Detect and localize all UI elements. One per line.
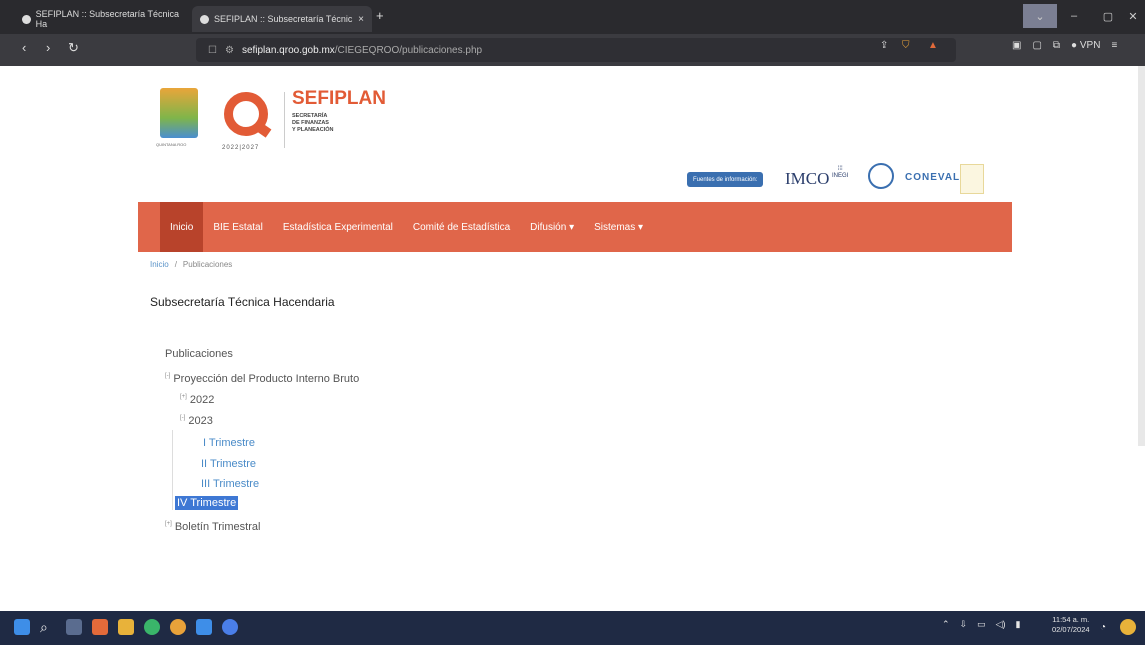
breadcrumb: Inicio / Publicaciones [150, 260, 233, 269]
main-menu: Inicio BIE Estatal Estadística Experimen… [160, 202, 653, 252]
browser-tab-1[interactable]: SEFIPLAN :: Subsecretaría Técnica Ha [14, 6, 194, 32]
app-icon[interactable] [222, 619, 238, 635]
start-icon[interactable] [14, 619, 30, 635]
system-tray: ⌃ ⇩ ▭ ◁) ▮ [942, 619, 1020, 630]
task-view-icon[interactable] [66, 619, 82, 635]
spotify-icon[interactable] [144, 619, 160, 635]
menu-item-bie-estatal[interactable]: BIE Estatal [203, 202, 272, 252]
notification-icon[interactable]: ◔ [1100, 622, 1106, 633]
url-host: sefiplan.qroo.gob.mx [241, 44, 335, 56]
rewards-icon[interactable]: ▲ [928, 40, 938, 51]
wallet-icon[interactable]: ▢ [1032, 40, 1041, 51]
inegi-logo[interactable]: ⁞⁞⁞ INEGI [832, 166, 848, 180]
tree-leaf-trimestre-3[interactable]: III Trimestre [201, 478, 259, 490]
address-bar[interactable]: ☐ ⚙ sefiplan.qroo.gob.mx/CIEGEQROO/publi… [196, 38, 956, 62]
clock[interactable]: 11:54 a. m. 02/07/2024 [1052, 615, 1090, 635]
tree-node-2022[interactable]: [+] 2022 [180, 394, 214, 406]
tree-leaf-trimestre-2[interactable]: II Trimestre [201, 458, 256, 470]
volume-icon[interactable]: ◁) [996, 619, 1006, 630]
state-logo [160, 88, 198, 138]
close-window-button[interactable]: ✕ [1116, 4, 1145, 28]
sidebar-icon[interactable]: ▣ [1012, 40, 1021, 51]
tree-leaf-trimestre-4[interactable]: IV Trimestre [175, 496, 239, 510]
globe-icon [200, 14, 209, 24]
imco-logo[interactable]: IMCO [785, 169, 829, 189]
tab-search-button[interactable]: ⌄ [1023, 4, 1057, 28]
browser-tab-2[interactable]: SEFIPLAN :: Subsecretaría Técnic × [192, 6, 372, 32]
tree-leaf-trimestre-1[interactable]: I Trimestre [203, 437, 255, 449]
bookmark-icon[interactable]: ☐ [208, 45, 217, 56]
menu-item-comite[interactable]: Comité de Estadística [403, 202, 520, 252]
menu-item-inicio[interactable]: Inicio [160, 202, 204, 252]
close-tab-icon[interactable]: × [358, 14, 364, 25]
brand-name[interactable]: SEFIPLAN [292, 88, 386, 110]
page-scrollbar[interactable] [1138, 66, 1145, 446]
chevron-up-icon[interactable]: ⌃ [942, 619, 950, 630]
shield-icon[interactable]: ⛉ [902, 40, 910, 51]
partner-logo[interactable] [960, 164, 984, 194]
toolbar-icons: ▣ ▢ ⧉ ● VPN ≡ [1012, 40, 1117, 51]
new-tab-button[interactable]: + [376, 8, 384, 23]
url-path: /CIEGEQROO/publicaciones.php [334, 44, 483, 56]
site-info-icon[interactable]: ⚙ [225, 45, 234, 56]
battery-icon[interactable]: ▮ [1016, 619, 1021, 630]
file-explorer-icon[interactable] [118, 619, 134, 635]
weather-icon[interactable] [1120, 619, 1136, 635]
forward-icon[interactable]: › [46, 40, 50, 55]
brave-icon[interactable] [92, 619, 108, 635]
chrome-icon[interactable] [170, 619, 186, 635]
vpn-button[interactable]: ● VPN [1071, 40, 1100, 51]
tree-root: Publicaciones [165, 348, 233, 360]
brand-subtitle-3: Y PLANEACIÓN [292, 127, 334, 133]
logo-divider [284, 92, 285, 148]
globe-icon [22, 14, 31, 24]
minimize-button[interactable]: – [1057, 4, 1091, 28]
reload-icon[interactable]: ↻ [68, 40, 79, 56]
breadcrumb-current: Publicaciones [182, 260, 233, 269]
tree-node-pib[interactable]: [-] Proyección del Producto Interno Bruto [165, 373, 359, 385]
tree-node-2023[interactable]: [-] 2023 [180, 415, 213, 427]
page-title: Subsecretaría Técnica Hacendaria [150, 295, 335, 309]
usb-icon[interactable]: ⇩ [960, 619, 968, 630]
breadcrumb-home-link[interactable]: Inicio [150, 260, 169, 269]
menu-icon[interactable]: ≡ [1111, 40, 1117, 51]
tree-guide-line [172, 430, 173, 510]
state-logo-caption: QUINTANA ROO [156, 142, 187, 147]
brand-subtitle-1: SECRETARÍA [292, 113, 328, 119]
back-icon[interactable]: ‹ [22, 40, 26, 55]
government-logo-tail [252, 120, 272, 138]
tab-title: SEFIPLAN :: Subsecretaría Técnic [214, 14, 353, 24]
tab-title: SEFIPLAN :: Subsecretaría Técnica Ha [35, 9, 179, 29]
share-icon[interactable]: ⇪ [880, 40, 888, 51]
brand-subtitle-2: DE FINANZAS [292, 120, 329, 126]
menu-item-difusion[interactable]: Difusión ▾ [520, 202, 584, 252]
menu-item-estadistica-experimental[interactable]: Estadística Experimental [273, 202, 403, 252]
search-icon[interactable]: ⌕ [40, 619, 56, 635]
monitor-icon[interactable]: ▭ [977, 619, 986, 630]
world-bank-logo[interactable] [868, 163, 894, 189]
tree-node-boletin[interactable]: [+] Boletín Trimestral [165, 521, 260, 533]
sources-badge: Fuentes de información: [687, 172, 764, 187]
store-icon[interactable] [196, 619, 212, 635]
logo-years: 2022|2027 [222, 145, 260, 151]
menu-item-sistemas[interactable]: Sistemas ▾ [584, 202, 653, 252]
tabs-icon[interactable]: ⧉ [1053, 40, 1060, 51]
coneval-logo[interactable]: CONEVAL [905, 172, 960, 183]
